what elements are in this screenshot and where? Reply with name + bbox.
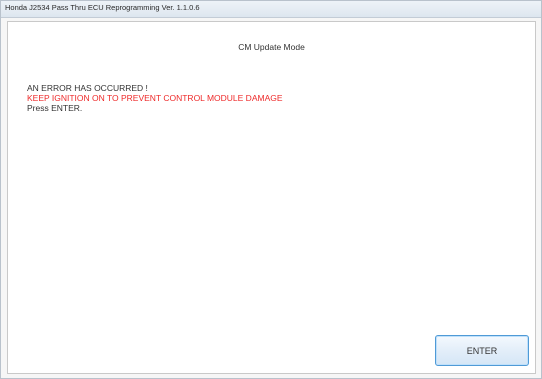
mode-title: CM Update Mode xyxy=(238,42,305,52)
title-bar[interactable]: Honda J2534 Pass Thru ECU Reprogramming … xyxy=(1,1,541,18)
main-panel: CM Update Mode AN ERROR HAS OCCURRED ! K… xyxy=(7,21,536,374)
enter-button[interactable]: ENTER xyxy=(435,335,529,366)
window-title: Honda J2534 Pass Thru ECU Reprogramming … xyxy=(5,3,200,12)
warning-message: KEEP IGNITION ON TO PREVENT CONTROL MODU… xyxy=(27,93,283,103)
error-message: AN ERROR HAS OCCURRED ! xyxy=(27,83,148,93)
instruction-message: Press ENTER. xyxy=(27,103,83,113)
app-window: Honda J2534 Pass Thru ECU Reprogramming … xyxy=(0,0,542,379)
